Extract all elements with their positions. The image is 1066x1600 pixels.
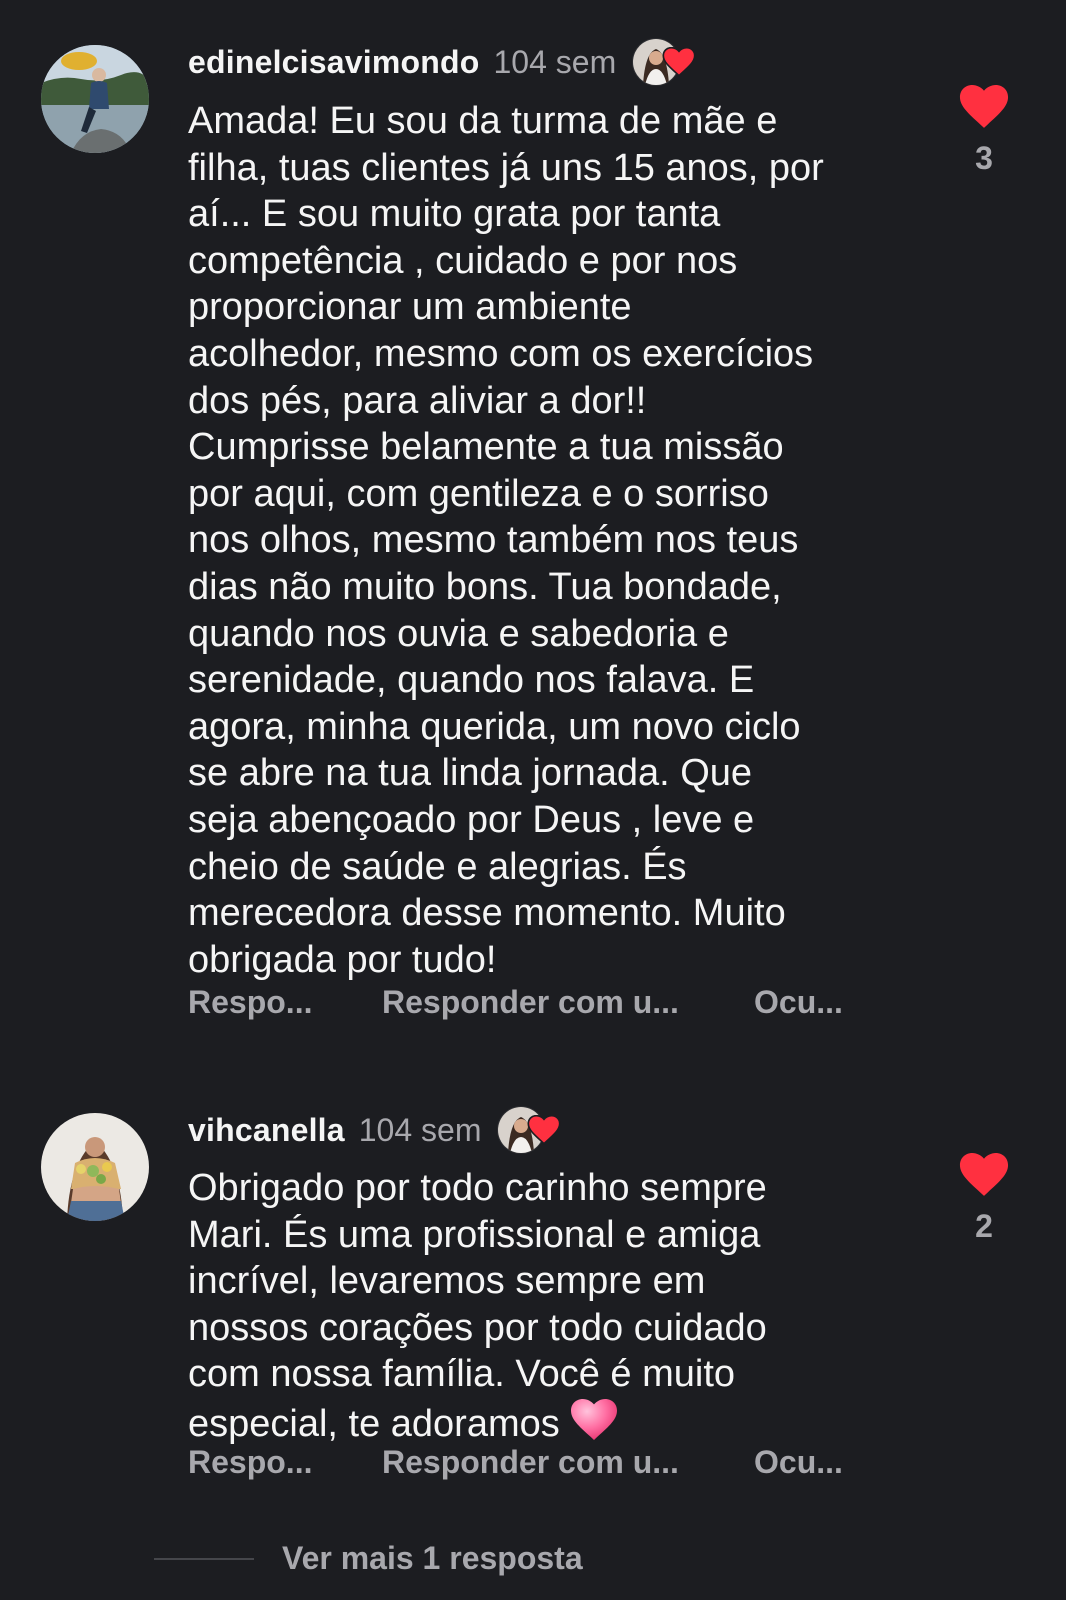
username[interactable]: edinelcisavimondo	[188, 44, 479, 81]
hide-button[interactable]: Ocu...	[754, 984, 843, 1021]
hide-button[interactable]: Ocu...	[754, 1444, 843, 1481]
comment-text: Amada! Eu sou da turma de mãe e filha, t…	[188, 100, 824, 981]
comment-time: 104 sem	[358, 1111, 482, 1148]
avatar-edinelcisavimondo[interactable]	[41, 45, 149, 153]
like-control: 2	[955, 1152, 1013, 1245]
comment-text: Obrigado por todo carinho sempre Mari. É…	[188, 1165, 908, 1448]
comment-time: 104 sem	[493, 43, 617, 80]
view-more-replies[interactable]: Ver mais 1 resposta	[154, 1540, 583, 1577]
creator-liked-heart-icon	[662, 47, 696, 77]
like-count[interactable]: 3	[955, 140, 1013, 177]
reply-button[interactable]: Respo...	[188, 1444, 312, 1481]
pink-heart-icon	[571, 1398, 618, 1440]
liked-by-creator	[497, 1106, 565, 1154]
heart-filled-icon[interactable]	[958, 1152, 1010, 1198]
avatar-vihcanella[interactable]	[41, 1113, 149, 1221]
username[interactable]: vihcanella	[188, 1112, 345, 1149]
like-count[interactable]: 2	[955, 1208, 1013, 1245]
replies-divider	[154, 1557, 254, 1560]
comment-header: edinelcisavimondo 104 sem	[188, 38, 700, 86]
liked-by-creator	[632, 38, 700, 86]
reply-with-button[interactable]: Responder com u...	[382, 984, 679, 1021]
creator-liked-heart-icon	[527, 1115, 561, 1145]
view-more-replies-label[interactable]: Ver mais 1 resposta	[282, 1540, 583, 1577]
reply-button[interactable]: Respo...	[188, 984, 312, 1021]
comment-text-content: Obrigado por todo carinho sempre Mari. É…	[188, 1167, 767, 1445]
like-control: 3	[955, 84, 1013, 177]
heart-filled-icon[interactable]	[958, 84, 1010, 130]
comment-header: vihcanella 104 sem	[188, 1106, 565, 1154]
reply-with-button[interactable]: Responder com u...	[382, 1444, 679, 1481]
